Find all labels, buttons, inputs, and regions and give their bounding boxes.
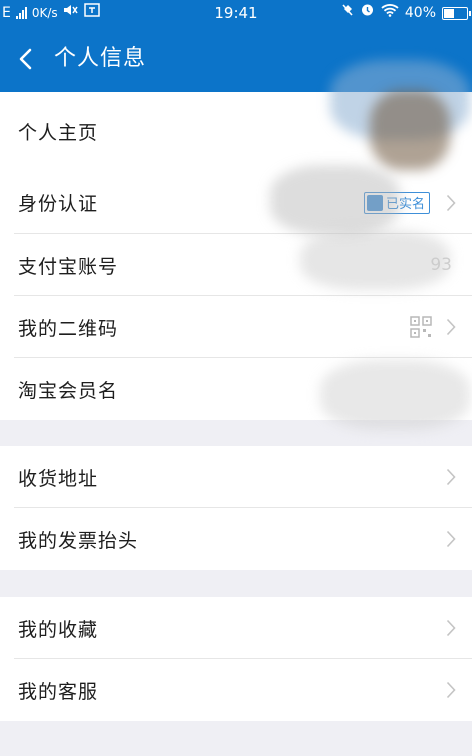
chevron-right-icon	[446, 318, 456, 336]
chevron-left-icon	[19, 48, 32, 70]
battery-percent: 40%	[404, 5, 436, 21]
back-button[interactable]	[8, 41, 42, 77]
chevron-right-icon	[446, 194, 456, 212]
chevron-right-icon	[446, 468, 456, 486]
verified-badge-text: 已实名	[385, 197, 425, 212]
chevron-right-icon	[446, 530, 456, 548]
row-label: 淘宝会员名	[18, 379, 119, 402]
address-group: 收货地址 我的发票抬头	[0, 446, 472, 570]
row-taobao-member-name[interactable]: 淘宝会员名	[0, 358, 472, 420]
row-alipay-account[interactable]: 支付宝账号 93	[0, 234, 472, 296]
profile-info-group: 个人主页 身份认证 已实名 支付宝账号 93 我的二维码 淘宝会员名	[0, 92, 472, 420]
row-invoice-title[interactable]: 我的发票抬头	[0, 508, 472, 570]
alipay-account-value: 93	[430, 255, 452, 275]
status-bar: E 0K/s 19:41 40%	[0, 0, 472, 26]
row-my-customer-service[interactable]: 我的客服	[0, 659, 472, 721]
qr-code-icon	[410, 316, 432, 338]
row-homepage[interactable]: 个人主页	[0, 92, 472, 171]
battery-fill	[444, 8, 454, 18]
alarm-icon	[360, 0, 375, 26]
page-title: 个人信息	[54, 46, 147, 71]
vibrate-off-icon	[340, 0, 354, 26]
row-shipping-address[interactable]: 收货地址	[0, 446, 472, 508]
status-right: 40%	[340, 0, 471, 26]
row-label: 我的客服	[18, 680, 99, 703]
id-card-icon	[366, 194, 383, 211]
app-header: 个人信息	[0, 26, 472, 92]
wifi-icon	[381, 0, 399, 26]
row-label: 收货地址	[18, 467, 99, 490]
favorites-group: 我的收藏 我的客服	[0, 597, 472, 721]
chevron-right-icon	[446, 619, 456, 637]
row-label: 我的二维码	[18, 317, 119, 340]
row-label: 我的发票抬头	[18, 529, 139, 552]
row-qr-code[interactable]: 我的二维码	[0, 296, 472, 358]
verified-badge: 已实名	[363, 191, 430, 214]
row-label: 身份认证	[18, 193, 99, 215]
chevron-right-icon	[446, 681, 456, 699]
row-label: 我的收藏	[18, 618, 99, 641]
row-identity-verification[interactable]: 身份认证 已实名	[0, 171, 472, 234]
row-my-favorites[interactable]: 我的收藏	[0, 597, 472, 659]
row-label: 个人主页	[18, 122, 99, 144]
row-label: 支付宝账号	[18, 255, 119, 278]
battery-icon	[442, 6, 471, 20]
